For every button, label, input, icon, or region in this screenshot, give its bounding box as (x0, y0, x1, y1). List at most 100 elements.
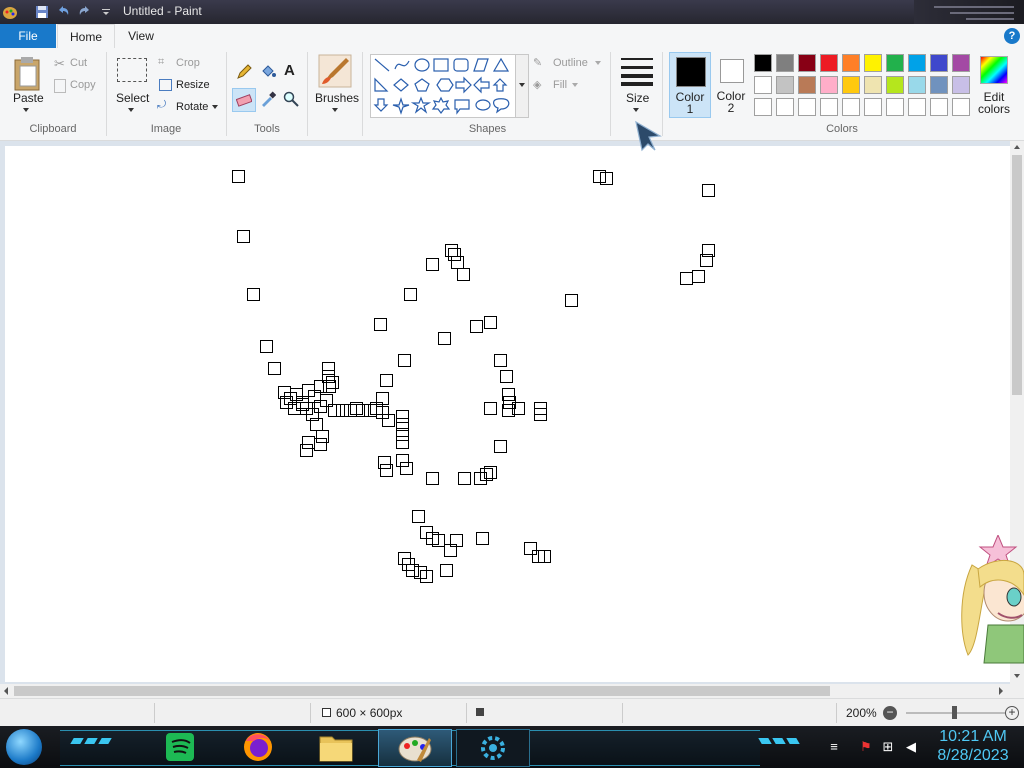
select-icon[interactable] (117, 58, 147, 82)
tab-file[interactable]: File (0, 24, 56, 48)
palette-swatch[interactable] (908, 54, 926, 72)
fill-bucket-icon[interactable] (260, 63, 276, 79)
spotify-icon[interactable] (160, 729, 200, 765)
copy-button[interactable]: Copy (70, 79, 96, 91)
rotate-button[interactable]: Rotate (176, 101, 208, 113)
undo-icon[interactable] (55, 4, 71, 20)
tab-view[interactable]: View (118, 24, 164, 48)
palette-swatch[interactable] (864, 76, 882, 94)
palette-swatch[interactable] (754, 98, 772, 116)
action-center-flag-icon[interactable]: ⚑ (858, 739, 874, 755)
clock-time[interactable]: 10:21 AM (930, 728, 1016, 746)
size-button[interactable]: Size (626, 91, 649, 105)
palette-swatch[interactable] (776, 54, 794, 72)
customize-quick-access-icon[interactable] (98, 4, 114, 20)
help-icon[interactable]: ? (1004, 28, 1020, 44)
palette-swatch[interactable] (908, 98, 926, 116)
scroll-down-icon[interactable] (1014, 674, 1020, 678)
palette-swatch[interactable] (886, 54, 904, 72)
palette-swatch[interactable] (842, 98, 860, 116)
magnifier-icon[interactable] (283, 91, 299, 107)
palette-swatch[interactable] (754, 54, 772, 72)
cut-button[interactable]: Cut (70, 57, 87, 69)
brushes-icon[interactable] (318, 54, 352, 88)
paste-button[interactable]: Paste (13, 91, 44, 105)
palette-swatch[interactable] (864, 98, 882, 116)
palette-swatch[interactable] (776, 76, 794, 94)
palette-swatch[interactable] (952, 76, 970, 94)
palette-swatch[interactable] (930, 54, 948, 72)
fill-dropdown-icon[interactable] (572, 83, 578, 87)
horizontal-scroll-thumb[interactable] (14, 686, 830, 696)
scroll-up-icon[interactable] (1014, 145, 1020, 149)
size-dropdown-icon[interactable] (633, 108, 639, 112)
taskbar-paint-active[interactable] (378, 729, 452, 767)
paste-dropdown-icon[interactable] (23, 108, 29, 112)
palette-swatch[interactable] (820, 54, 838, 72)
palette-swatch[interactable] (820, 76, 838, 94)
palette-swatch[interactable] (798, 98, 816, 116)
shapes-gallery[interactable] (370, 54, 517, 118)
scroll-right-icon[interactable] (999, 687, 1003, 695)
outline-button[interactable]: Outline (553, 57, 588, 69)
palette-swatch[interactable] (776, 98, 794, 116)
palette-swatch[interactable] (820, 98, 838, 116)
drawing-canvas[interactable] (5, 146, 1010, 682)
scroll-left-icon[interactable] (4, 687, 8, 695)
brushes-dropdown-icon[interactable] (332, 108, 338, 112)
start-orb-icon[interactable] (6, 729, 42, 765)
paint-app-icon (3, 7, 17, 19)
crop-button[interactable]: Crop (176, 57, 200, 69)
palette-swatch[interactable] (886, 98, 904, 116)
palette-swatch[interactable] (930, 76, 948, 94)
clock-date[interactable]: 8/28/2023 (930, 747, 1016, 765)
text-tool-icon[interactable]: A (284, 62, 300, 79)
brushes-button[interactable]: Brushes (315, 91, 359, 105)
redo-icon[interactable] (77, 4, 93, 20)
shapes-scroll-down-icon[interactable] (519, 83, 525, 87)
palette-swatch[interactable] (952, 98, 970, 116)
palette-swatch[interactable] (842, 54, 860, 72)
save-icon[interactable] (34, 4, 50, 20)
edit-colors-icon[interactable] (980, 56, 1008, 84)
zoom-out-button[interactable]: − (883, 706, 897, 720)
shapes-gallery-grid[interactable] (371, 55, 516, 117)
palette-swatch[interactable] (798, 76, 816, 94)
palette-swatch[interactable] (864, 54, 882, 72)
palette-swatch[interactable] (908, 76, 926, 94)
taskbar-app-active[interactable] (456, 729, 530, 767)
tray-expand-icon[interactable]: ≡ (826, 739, 842, 755)
paste-icon[interactable] (12, 56, 42, 92)
file-explorer-icon[interactable] (316, 729, 356, 765)
tab-home[interactable]: Home (57, 24, 115, 49)
palette-swatch[interactable] (952, 54, 970, 72)
shapes-scroll[interactable] (515, 54, 529, 118)
palette-swatch[interactable] (754, 76, 772, 94)
color-picker-icon[interactable] (260, 91, 276, 107)
horizontal-scrollbar[interactable] (0, 684, 1010, 698)
size-icon[interactable] (620, 56, 654, 86)
palette-swatch[interactable] (886, 76, 904, 94)
network-icon[interactable]: ⊞ (880, 739, 896, 755)
edit-colors-button[interactable]: Edit colors (976, 91, 1012, 115)
pencil-icon[interactable] (236, 64, 252, 80)
color2-label[interactable]: Color 2 (715, 90, 747, 114)
palette-swatch[interactable] (930, 98, 948, 116)
volume-icon[interactable]: ◀ (903, 739, 919, 755)
resize-button[interactable]: Resize (176, 79, 210, 91)
select-button[interactable]: Select (116, 91, 149, 105)
zoom-in-button[interactable]: + (1005, 706, 1019, 720)
rotate-dropdown-icon[interactable] (212, 105, 218, 109)
color2-swatch[interactable] (720, 59, 744, 83)
outline-dropdown-icon[interactable] (595, 61, 601, 65)
color1-button[interactable]: Color 1 (669, 52, 711, 118)
select-dropdown-icon[interactable] (128, 108, 134, 112)
fill-button[interactable]: Fill (553, 79, 567, 91)
zoom-slider-thumb[interactable] (952, 706, 957, 719)
canvas-size-text: 600 × 600px (336, 706, 403, 720)
firefox-icon[interactable] (238, 729, 278, 765)
palette-swatch[interactable] (842, 76, 860, 94)
palette-swatch[interactable] (798, 54, 816, 72)
eraser-tool-selected[interactable] (232, 88, 256, 112)
vertical-scroll-thumb[interactable] (1012, 155, 1022, 395)
